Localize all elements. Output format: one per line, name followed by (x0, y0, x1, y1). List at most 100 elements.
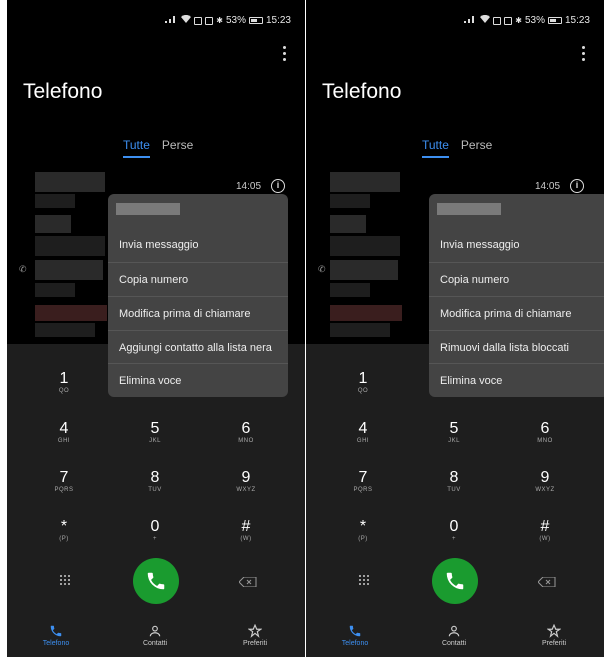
nav-favorites[interactable]: Preferiti (225, 624, 285, 647)
context-menu: Invia messaggio Copia numero Modifica pr… (108, 194, 288, 397)
bluetooth-icon: ✱ (515, 16, 522, 25)
key-6[interactable]: 6 MNO (216, 420, 276, 444)
key-6[interactable]: 6 MNO (515, 420, 575, 444)
blurred-contact (35, 236, 105, 256)
nav-phone[interactable]: Telefono (26, 624, 86, 647)
phone-icon (147, 572, 165, 590)
status-battery-percent: 53% (524, 15, 545, 26)
tab-all[interactable]: Tutte (123, 138, 150, 158)
call-button[interactable] (432, 558, 478, 604)
call-button[interactable] (133, 558, 179, 604)
nav-contacts[interactable]: Contatti (424, 624, 484, 647)
star-icon (547, 624, 561, 638)
nav-favorites[interactable]: Preferiti (524, 624, 584, 647)
page-title: Telefono (23, 80, 103, 103)
contacts-icon (448, 625, 460, 637)
menu-item-edit-before-call[interactable]: Modifica prima di chiamare (108, 296, 288, 330)
menu-item-copy-number[interactable]: Copia numero (108, 262, 288, 296)
blurred-contact (330, 305, 402, 321)
info-icon[interactable]: i (570, 179, 584, 193)
bottom-navigation: Telefono Contatti Preferiti (7, 612, 305, 657)
tab-missed[interactable]: Perse (461, 138, 492, 158)
backspace-icon[interactable] (537, 574, 556, 588)
blurred-contact (330, 260, 398, 280)
tab-missed[interactable]: Perse (162, 138, 193, 158)
nav-contacts[interactable]: Contatti (125, 624, 185, 647)
notification-icon (194, 16, 203, 25)
battery-icon (547, 17, 562, 24)
more-options-icon[interactable] (582, 46, 586, 62)
menu-item-delete-entry[interactable]: Elimina voce (429, 363, 604, 397)
key-hash[interactable]: # (W) (216, 518, 276, 542)
tab-all[interactable]: Tutte (422, 138, 449, 158)
blurred-contact (35, 194, 75, 208)
blurred-contact (330, 283, 370, 297)
blurred-contact-name (437, 203, 501, 215)
dialpad-toggle-icon[interactable] (358, 573, 370, 585)
info-icon[interactable]: i (271, 179, 285, 193)
tab-bar: Tutte Perse (422, 138, 492, 158)
menu-item-send-message[interactable]: Invia messaggio (429, 228, 604, 262)
call-time: 14:05 (535, 181, 561, 192)
context-menu: Invia messaggio Copia numero Modifica pr… (429, 194, 604, 397)
menu-item-add-blacklist[interactable]: Aggiungi contatto alla lista nera (108, 330, 288, 364)
incoming-call-icon: ✆ (19, 264, 27, 274)
menu-item-edit-before-call[interactable]: Modifica prima di chiamare (429, 296, 604, 330)
backspace-icon[interactable] (238, 574, 257, 588)
key-0[interactable]: 0 + (424, 518, 484, 542)
key-4[interactable]: 4 GHI (34, 420, 94, 444)
blurred-contact (330, 215, 366, 233)
key-1[interactable]: 1 QO (333, 370, 393, 394)
more-options-icon[interactable] (283, 46, 287, 62)
call-time: 14:05 (236, 181, 262, 192)
key-star[interactable]: * (P) (333, 518, 393, 542)
blurred-contact (35, 172, 105, 192)
battery-icon (248, 17, 263, 24)
wifi-icon (181, 14, 192, 26)
wifi-icon (480, 14, 491, 26)
page-title: Telefono (322, 80, 402, 103)
phone-icon (349, 625, 361, 637)
key-star[interactable]: * (P) (34, 518, 94, 542)
star-icon (248, 624, 262, 638)
key-9[interactable]: 9 WXYZ (515, 469, 575, 493)
blurred-contact (35, 283, 75, 297)
blurred-contact (330, 323, 390, 337)
blurred-contact (330, 236, 400, 256)
signal-icon (463, 15, 477, 26)
phone-icon (446, 572, 464, 590)
status-time: 15:23 (265, 15, 291, 26)
notification-icon (205, 16, 214, 25)
tab-bar: Tutte Perse (123, 138, 193, 158)
key-8[interactable]: 8 TUV (424, 469, 484, 493)
blurred-contact (35, 260, 103, 280)
contacts-icon (149, 625, 161, 637)
bluetooth-icon: ✱ (216, 16, 223, 25)
menu-item-send-message[interactable]: Invia messaggio (108, 228, 288, 262)
key-7[interactable]: 7 PQRS (333, 469, 393, 493)
status-battery-percent: 53% (225, 15, 246, 26)
key-5[interactable]: 5 JKL (125, 420, 185, 444)
key-8[interactable]: 8 TUV (125, 469, 185, 493)
phone-screen-left: ✱ 53% 15:23 Telefono Tutte Perse ✆ 14:05… (7, 0, 305, 657)
nav-phone[interactable]: Telefono (325, 624, 385, 647)
blurred-contact (330, 194, 370, 208)
status-time: 15:23 (564, 15, 590, 26)
bottom-navigation: Telefono Contatti Preferiti (306, 612, 604, 657)
status-bar: ✱ 53% 15:23 (306, 14, 604, 30)
key-1[interactable]: 1 QO (34, 370, 94, 394)
menu-item-copy-number[interactable]: Copia numero (429, 262, 604, 296)
key-hash[interactable]: # (W) (515, 518, 575, 542)
key-4[interactable]: 4 GHI (333, 420, 393, 444)
notification-icon (493, 16, 502, 25)
blurred-contact (35, 323, 95, 337)
key-5[interactable]: 5 JKL (424, 420, 484, 444)
key-7[interactable]: 7 PQRS (34, 469, 94, 493)
blurred-contact (35, 215, 71, 233)
key-9[interactable]: 9 WXYZ (216, 469, 276, 493)
menu-item-remove-blocked[interactable]: Rimuovi dalla lista bloccati (429, 330, 604, 364)
key-0[interactable]: 0 + (125, 518, 185, 542)
dialpad-toggle-icon[interactable] (59, 573, 71, 585)
blurred-contact (330, 172, 400, 192)
menu-item-delete-entry[interactable]: Elimina voce (108, 363, 288, 397)
